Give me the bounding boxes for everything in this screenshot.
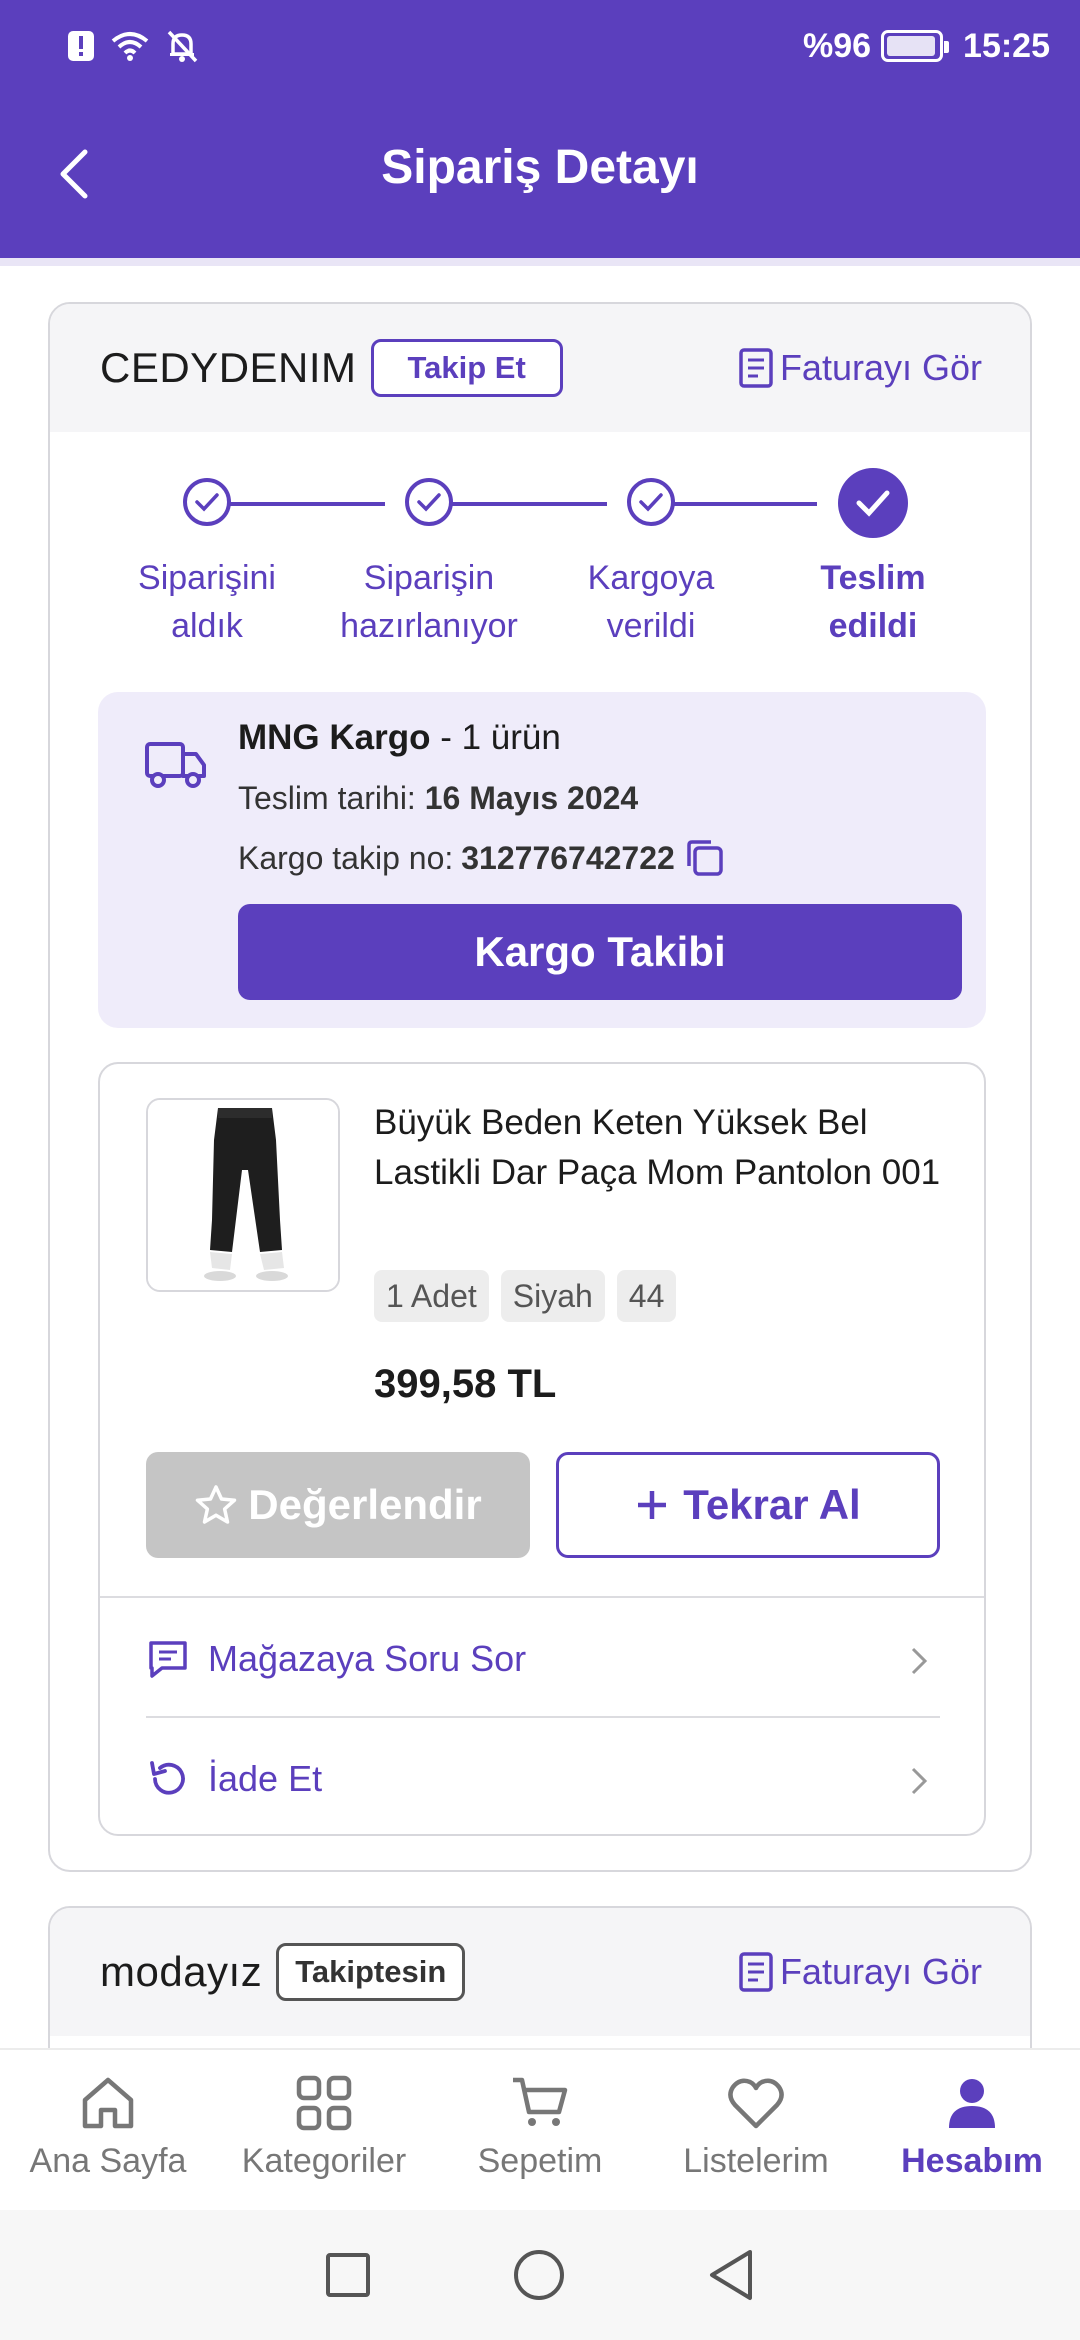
nav-categories[interactable]: Kategoriler — [216, 2050, 432, 2210]
wifi-icon — [111, 32, 149, 61]
home-icon — [82, 2077, 134, 2129]
step-connector — [651, 502, 817, 506]
step-label-delivered: Teslim edildi — [820, 559, 926, 645]
invoice-label: Faturayı Gör — [779, 1951, 982, 1992]
ask-question-label: Mağazaya Soru Sor — [208, 1638, 527, 1679]
order-progress-stepper: Siparişini aldık Siparişin hazırlanıyor Ka… — [50, 432, 1030, 692]
status-icons-right: %96 15:25 — [803, 24, 1050, 68]
step-check-icon — [183, 478, 231, 526]
following-store-button[interactable]: Takiptesin — [276, 1943, 466, 2001]
size-tag: 44 — [616, 1270, 677, 1322]
carrier-name: MNG Kargo — [238, 718, 431, 757]
product-thumbnail[interactable] — [146, 1098, 340, 1292]
divider — [146, 1716, 940, 1718]
item-count: - 1 ürün — [440, 718, 561, 757]
cart-icon — [513, 2077, 568, 2126]
product-attributes: 1 Adet Siyah 44 — [374, 1270, 677, 1322]
carrier-line: MNG Kargo - 1 ürün — [238, 718, 561, 758]
chevron-right-icon — [911, 1647, 928, 1675]
order-card: modayız Takiptesin Faturayı Gör — [48, 1906, 1032, 2048]
heart-icon — [728, 2078, 784, 2129]
step-label-preparing: Siparişin hazırlanıyor — [340, 559, 518, 645]
step-connector — [429, 502, 607, 506]
truck-icon — [145, 742, 206, 788]
recent-apps-icon[interactable] — [324, 2251, 372, 2299]
store-name: CEDYDENIM — [100, 344, 357, 391]
view-invoice-link[interactable]: Faturayı Gör — [738, 1908, 982, 2036]
order-card: CEDYDENIM Takip Et Faturayı Gör Siparişi… — [48, 302, 1032, 1872]
delivery-date: 16 Mayıs 2024 — [424, 780, 639, 816]
system-navigation-bar — [0, 2210, 1080, 2340]
view-invoice-link[interactable]: Faturayı Gör — [738, 304, 982, 432]
back-triangle-icon[interactable] — [706, 2248, 756, 2302]
plus-icon — [638, 1491, 667, 1519]
clock: 15:25 — [963, 26, 1050, 65]
cargo-tracking-button[interactable]: Kargo Takibi — [238, 904, 962, 1000]
store-name: modayız — [100, 1948, 263, 1995]
top-bar: %96 15:25 Sipariş Detayı — [0, 0, 1080, 258]
divider — [100, 1596, 984, 1598]
nav-cart[interactable]: Sepetim — [432, 2050, 648, 2210]
step-label-shipped: Kargoya verildi — [587, 559, 715, 645]
star-icon — [196, 1485, 237, 1524]
ask-store-question-row[interactable]: Mağazaya Soru Sor — [146, 1604, 940, 1714]
document-icon — [739, 1952, 773, 1992]
copy-icon[interactable] — [683, 836, 727, 880]
document-icon — [739, 348, 773, 388]
grid-icon — [296, 2075, 352, 2131]
trousers-image — [148, 1100, 338, 1290]
step-connector — [207, 502, 385, 506]
nav-lists[interactable]: Listelerim — [648, 2050, 864, 2210]
step-check-icon — [627, 478, 675, 526]
page-title: Sipariş Detayı — [381, 141, 699, 194]
color-tag: Siyah — [500, 1270, 605, 1322]
battery-icon — [881, 30, 950, 62]
product-item: Büyük Beden Keten Yüksek Bel Lastikli Da… — [98, 1062, 986, 1836]
shipment-info: MNG Kargo - 1 ürün Teslim tarihi: 16 May… — [98, 692, 986, 1028]
buy-again-button[interactable]: Tekrar Al — [556, 1452, 940, 1558]
delivery-date-line: Teslim tarihi: 16 Mayıs 2024 — [238, 780, 639, 816]
return-label: İade Et — [208, 1758, 323, 1799]
product-price: 399,58 TL — [374, 1362, 557, 1406]
step-label-received: Siparişini aldık — [138, 559, 276, 645]
quantity-tag: 1 Adet — [374, 1270, 489, 1322]
follow-store-button[interactable]: Takip Et — [370, 339, 563, 397]
appbar-divider — [0, 258, 1080, 266]
product-name[interactable]: Büyük Beden Keten Yüksek Bel Lastikli Da… — [374, 1098, 954, 1198]
step-check-icon — [405, 478, 453, 526]
order-detail-content[interactable]: CEDYDENIM Takip Et Faturayı Gör Siparişi… — [0, 266, 1080, 2048]
alert-icon — [68, 31, 94, 61]
store-header: CEDYDENIM Takip Et Faturayı Gör — [50, 304, 1030, 432]
bottom-navigation: Ana Sayfa Kategoriler Sepetim Listelerim… — [0, 2048, 1080, 2210]
bell-muted-icon — [167, 30, 198, 63]
invoice-label: Faturayı Gör — [779, 347, 982, 388]
home-circle-icon[interactable] — [512, 2248, 566, 2302]
nav-home[interactable]: Ana Sayfa — [0, 2050, 216, 2210]
rate-product-button[interactable]: Değerlendir — [146, 1452, 530, 1558]
nav-account[interactable]: Hesabım — [864, 2050, 1080, 2210]
step-completed-check-icon — [838, 468, 908, 538]
store-header: modayız Takiptesin Faturayı Gör — [50, 1908, 1030, 2036]
tracking-line: Kargo takip no: 312776742722 — [238, 836, 727, 880]
return-item-row[interactable]: İade Et — [146, 1724, 940, 1834]
user-icon — [949, 2079, 995, 2128]
chat-icon — [149, 1641, 187, 1678]
status-bar: %96 15:25 — [0, 0, 1080, 92]
return-icon — [150, 1761, 185, 1795]
status-icons-left — [66, 24, 200, 68]
battery-percent: %96 — [802, 26, 872, 65]
tracking-number: 312776742722 — [461, 839, 675, 876]
chevron-right-icon — [911, 1767, 928, 1795]
